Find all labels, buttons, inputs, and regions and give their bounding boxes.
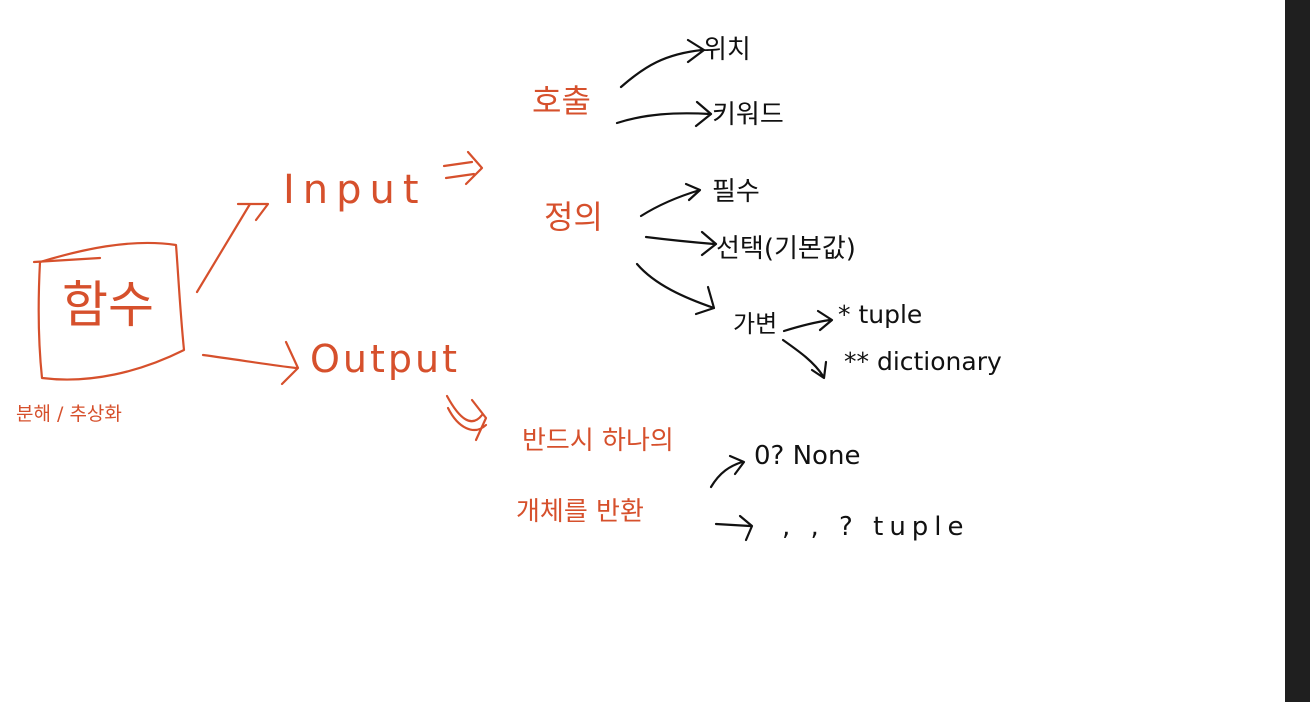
arrow-to-input bbox=[195, 202, 270, 294]
root-label: 함수 bbox=[62, 276, 154, 334]
input-label: Input bbox=[283, 167, 427, 213]
mind-map-diagram: 함수 분해 / 추상화 Input Output 호출 위치 키워드 정의 필수… bbox=[16, 35, 1002, 542]
define-child-optional: 선택(기본값) bbox=[716, 234, 856, 264]
implies-arrow-input bbox=[442, 150, 484, 186]
root-caption: 분해 / 추상화 bbox=[16, 403, 122, 425]
arrow-call-position bbox=[619, 38, 706, 89]
implies-arrow-output bbox=[445, 394, 488, 442]
output-result-none: 0? None bbox=[754, 441, 860, 471]
define-child-variadic: 가변 bbox=[733, 310, 777, 338]
call-child-position: 위치 bbox=[703, 35, 751, 65]
output-result-tuple: , , ? tuple bbox=[782, 512, 970, 542]
define-label: 정의 bbox=[544, 198, 603, 236]
variadic-dictionary: ** dictionary bbox=[844, 347, 1002, 376]
arrow-define-required bbox=[639, 182, 702, 218]
call-child-keyword: 키워드 bbox=[712, 100, 784, 130]
arrow-call-keyword bbox=[615, 100, 713, 128]
arrow-variadic-dict bbox=[781, 338, 828, 380]
variadic-tuple: * tuple bbox=[838, 300, 922, 329]
output-line-1: 반드시 하나의 bbox=[522, 426, 674, 456]
arrow-to-output bbox=[201, 340, 300, 386]
arrow-define-optional bbox=[644, 230, 718, 257]
whiteboard-canvas: 함수 분해 / 추상화 Input Output 호출 위치 키워드 정의 필수… bbox=[0, 0, 1285, 702]
output-line-2: 개체를 반환 bbox=[516, 497, 644, 527]
output-label: Output bbox=[310, 337, 460, 381]
define-child-required: 필수 bbox=[712, 177, 760, 207]
call-label: 호출 bbox=[532, 82, 591, 120]
arrow-variadic-tuple bbox=[782, 309, 834, 333]
arrow-output-tuple bbox=[714, 514, 754, 542]
side-scroll-strip[interactable] bbox=[1285, 0, 1310, 702]
arrow-output-none bbox=[709, 454, 746, 489]
arrow-define-variadic bbox=[635, 262, 716, 316]
